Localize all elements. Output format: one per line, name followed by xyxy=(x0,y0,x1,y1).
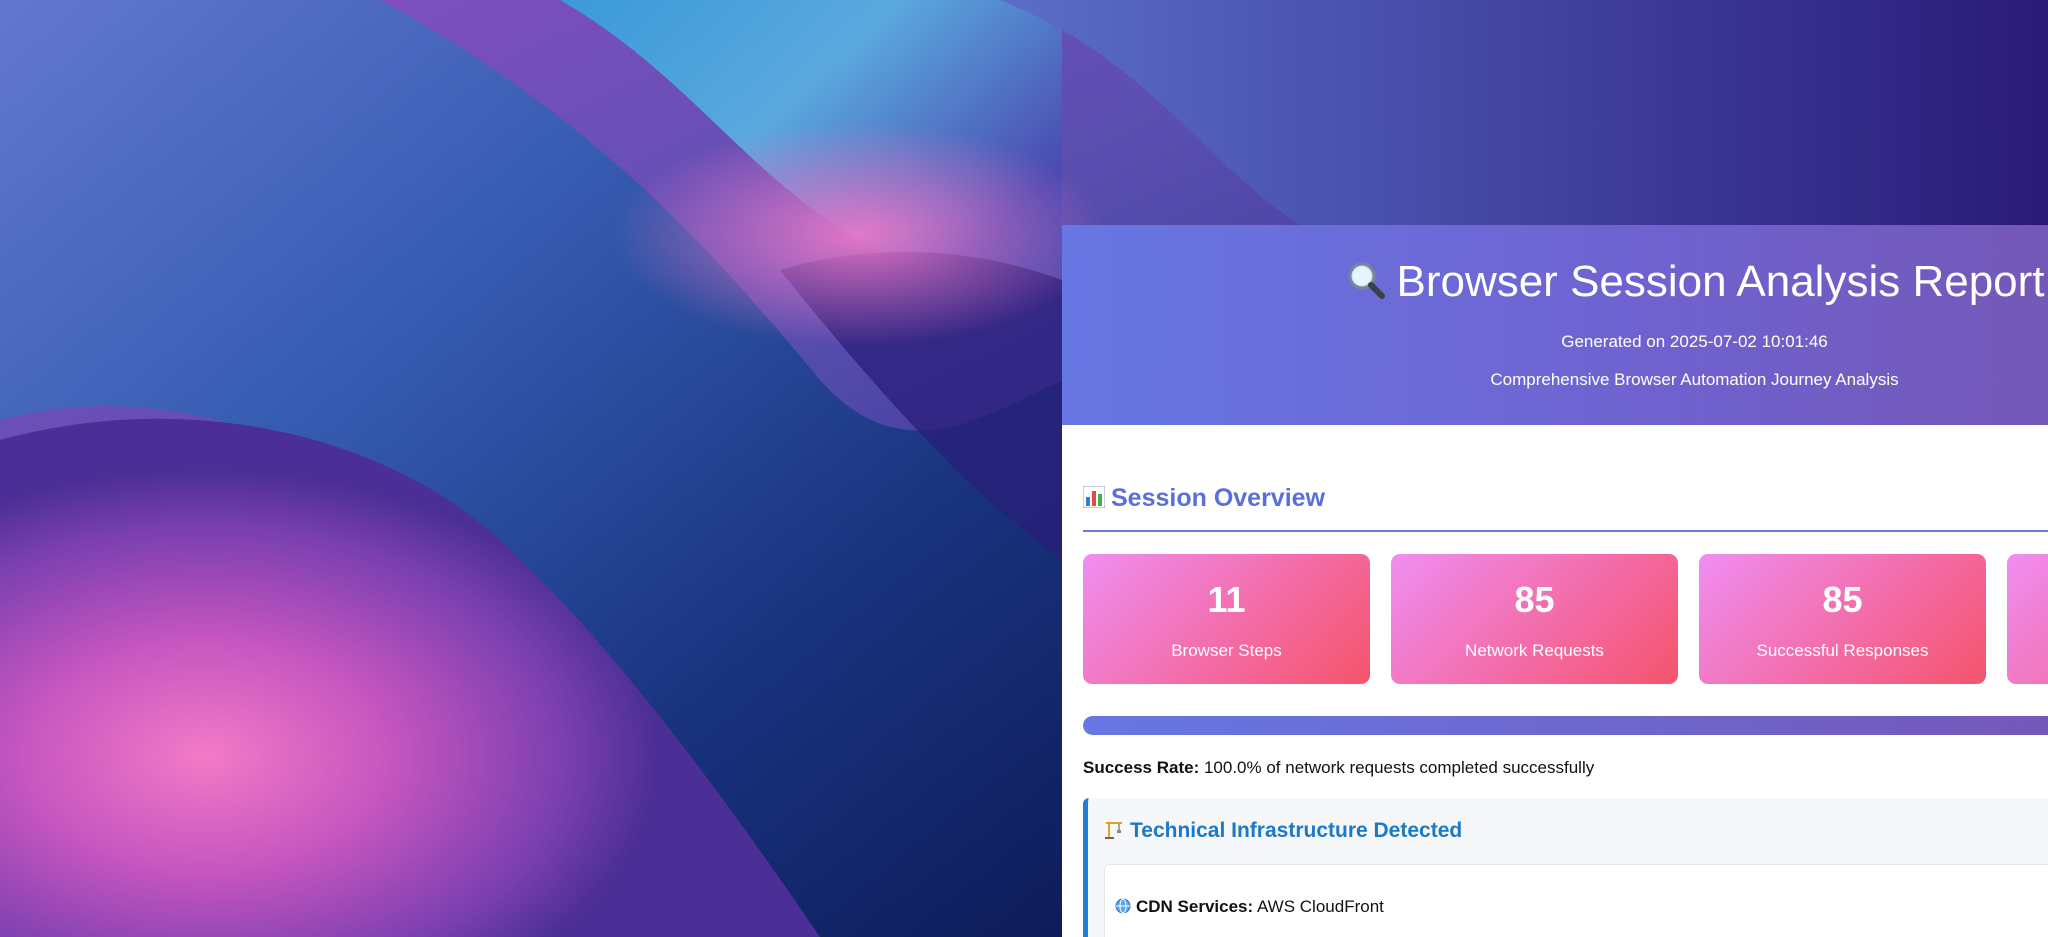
success-rate-bar xyxy=(1083,716,2048,735)
stat-label: Browser Steps xyxy=(1171,641,1282,660)
report-header: Browser Session Analysis Report Generate… xyxy=(1062,225,2048,425)
success-rate-line: Success Rate: 100.0% of network requests… xyxy=(1083,757,1594,779)
stat-card-browser-steps: 11 Browser Steps xyxy=(1083,554,1370,684)
report-description: Comprehensive Browser Automation Journey… xyxy=(1490,370,1899,389)
stat-card-successful-responses: 85 Successful Responses xyxy=(1699,554,1986,684)
stat-card-network-requests: 85 Network Requests xyxy=(1391,554,1678,684)
globe-icon xyxy=(1115,898,1131,914)
success-rate-text: 100.0% of network requests completed suc… xyxy=(1203,758,1595,777)
stat-value: 85 xyxy=(1822,579,1863,620)
success-rate-fill xyxy=(1083,716,2048,735)
desktop: Browser Session Analysis Report Generate… xyxy=(0,0,2048,937)
stat-value: 85 xyxy=(1514,579,1555,620)
section-divider xyxy=(1083,530,2048,532)
infra-item-value: AWS CloudFront xyxy=(1256,897,1384,916)
session-overview-heading: Session Overview xyxy=(1083,483,1325,513)
construction-crane-icon xyxy=(1105,822,1122,839)
stat-label: Network Requests xyxy=(1465,641,1604,660)
infra-item-cdn: CDN Services: AWS CloudFront xyxy=(1104,864,2048,937)
bar-chart-icon xyxy=(1083,486,1105,508)
infrastructure-panel: Technical Infrastructure Detected CDN Se… xyxy=(1083,798,2048,937)
infrastructure-title: Technical Infrastructure Detected xyxy=(1130,819,1463,842)
generated-timestamp: Generated on 2025-07-02 10:01:46 xyxy=(1561,332,1828,351)
success-rate-label: Success Rate: xyxy=(1083,758,1200,777)
infra-item-text: CDN Services: AWS CloudFront xyxy=(1115,896,1384,918)
infrastructure-heading: Technical Infrastructure Detected xyxy=(1104,818,1462,844)
stat-value: 11 xyxy=(1207,579,1246,620)
stat-label: Successful Responses xyxy=(1756,641,1929,660)
infra-item-label: CDN Services: xyxy=(1136,897,1254,916)
report-title-text: Browser Session Analysis Report xyxy=(1396,257,2045,306)
report-title: Browser Session Analysis Report xyxy=(1062,255,2048,309)
stat-card-partial xyxy=(2007,554,2048,684)
magnifier-icon xyxy=(1348,262,1386,299)
report-window: Browser Session Analysis Report Generate… xyxy=(1062,225,2048,937)
stats-row: 11 Browser Steps 85 Network Requests 85 … xyxy=(1083,554,2048,684)
session-overview-title: Session Overview xyxy=(1111,484,1326,512)
